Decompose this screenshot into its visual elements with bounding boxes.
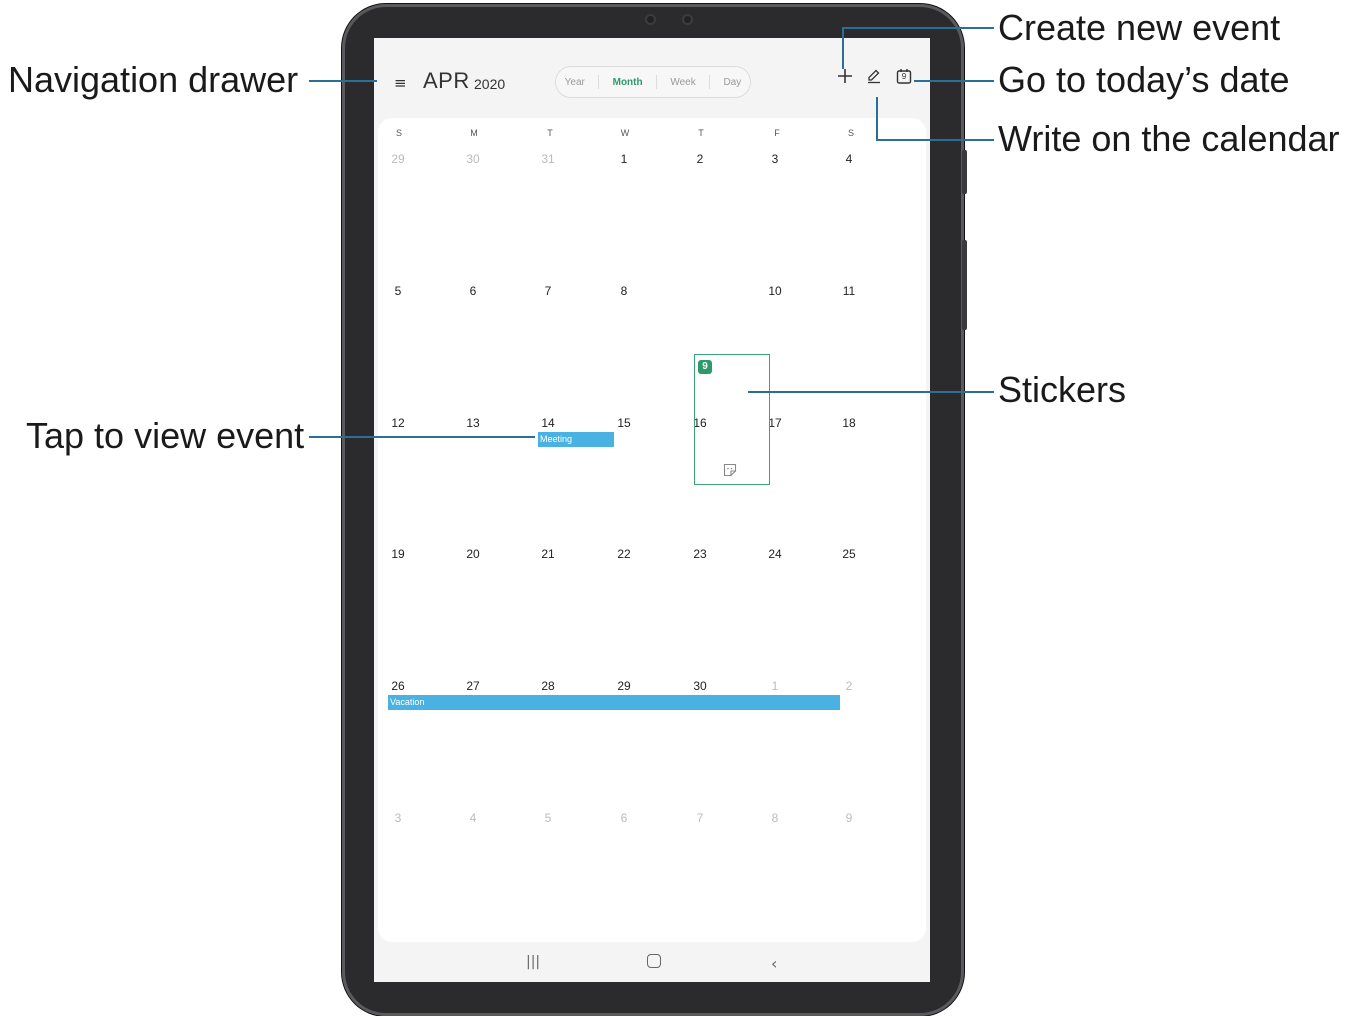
leader-tap-event — [309, 436, 535, 438]
view-switcher: Year Month Week Day — [555, 66, 751, 98]
weekday-sun: S — [395, 128, 402, 138]
callout-create-new-event: Create new event — [998, 7, 1281, 48]
day-cell[interactable]: 10 — [760, 284, 790, 298]
weekday-wed: W — [620, 128, 630, 138]
tab-month[interactable]: Month — [609, 77, 647, 88]
weekday-mon: M — [470, 128, 478, 138]
year-title[interactable]: 2020 — [474, 76, 505, 92]
sticker-icon[interactable] — [723, 463, 737, 477]
back-icon[interactable]: ‹ — [771, 954, 777, 973]
day-cell[interactable]: 7 — [533, 284, 563, 298]
day-cell[interactable]: 2 — [685, 152, 715, 166]
front-camera — [647, 16, 654, 23]
month-title[interactable]: APR — [423, 68, 470, 94]
plus-icon[interactable] — [837, 68, 853, 84]
day-cell[interactable]: 26 — [383, 679, 413, 693]
day-cell[interactable]: 15 — [609, 416, 639, 430]
tab-divider — [598, 75, 600, 89]
today-number[interactable]: 9 — [698, 360, 712, 374]
day-cell[interactable]: 3 — [383, 811, 413, 825]
event-vacation[interactable]: Vacation — [388, 695, 840, 710]
day-cell[interactable]: 5 — [383, 284, 413, 298]
day-cell[interactable]: 22 — [609, 547, 639, 561]
leader-today — [914, 80, 994, 82]
day-cell[interactable]: 1 — [609, 152, 639, 166]
day-cell[interactable]: 13 — [458, 416, 488, 430]
system-navbar: ||| ‹ — [374, 942, 930, 982]
day-cell[interactable]: 8 — [760, 811, 790, 825]
day-cell[interactable]: 31 — [533, 152, 563, 166]
day-cell[interactable]: 29 — [609, 679, 639, 693]
weekday-tue: T — [547, 128, 553, 138]
month-grid: S M T W T F S 29 30 31 1 2 3 4 5 6 7 8 10 11 12 13 14 15… — [378, 118, 926, 942]
today-calendar-icon[interactable]: 9 — [896, 68, 912, 84]
day-cell[interactable]: 19 — [383, 547, 413, 561]
day-cell[interactable]: 20 — [458, 547, 488, 561]
day-cell[interactable]: 27 — [458, 679, 488, 693]
day-cell[interactable]: 11 — [834, 284, 864, 298]
pen-icon[interactable] — [866, 68, 882, 84]
day-cell[interactable]: 5 — [533, 811, 563, 825]
day-cell[interactable]: 1 — [760, 679, 790, 693]
weekday-sat: S — [847, 128, 854, 138]
leader-create-event-v — [842, 27, 844, 69]
app-toolbar: ≡ APR 2020 Year Month Week Day 9 — [374, 38, 930, 118]
power-button — [962, 150, 967, 194]
day-cell[interactable]: 24 — [760, 547, 790, 561]
callout-go-to-today: Go to today’s date — [998, 59, 1290, 100]
callout-navigation-drawer: Navigation drawer — [8, 59, 299, 100]
home-icon[interactable] — [647, 954, 661, 968]
leader-write — [876, 139, 994, 141]
today-icon-day: 9 — [901, 72, 907, 81]
leader-create-event — [842, 27, 994, 29]
day-cell[interactable]: 14 — [533, 416, 563, 430]
day-cell[interactable]: 23 — [685, 547, 715, 561]
callout-stickers: Stickers — [998, 369, 1127, 410]
recents-icon[interactable]: ||| — [526, 954, 540, 970]
tab-divider — [709, 75, 711, 89]
leader-write-v — [876, 97, 878, 141]
navigation-drawer-icon[interactable]: ≡ — [394, 74, 407, 92]
weekday-fri: F — [774, 128, 780, 138]
day-cell[interactable]: 6 — [458, 284, 488, 298]
day-cell[interactable]: 7 — [685, 811, 715, 825]
tab-day[interactable]: Day — [719, 77, 745, 88]
day-cell[interactable]: 6 — [609, 811, 639, 825]
calendar-screen: ≡ APR 2020 Year Month Week Day 9 S M T W… — [374, 38, 930, 982]
day-cell[interactable]: 8 — [609, 284, 639, 298]
day-cell[interactable]: 29 — [383, 152, 413, 166]
event-meeting[interactable]: Meeting — [538, 432, 614, 447]
day-cell[interactable]: 4 — [834, 152, 864, 166]
leader-stickers — [748, 391, 994, 393]
day-cell[interactable]: 9 — [834, 811, 864, 825]
sensor — [684, 16, 691, 23]
tab-divider — [655, 75, 657, 89]
leader-navigation — [309, 80, 377, 82]
volume-button — [962, 240, 967, 330]
day-cell[interactable]: 28 — [533, 679, 563, 693]
day-cell[interactable]: 4 — [458, 811, 488, 825]
day-cell[interactable]: 2 — [834, 679, 864, 693]
tab-week[interactable]: Week — [666, 77, 699, 88]
callout-tap-to-view-event: Tap to view event — [26, 415, 305, 456]
day-cell[interactable]: 21 — [533, 547, 563, 561]
tab-year[interactable]: Year — [561, 77, 589, 88]
day-cell[interactable]: 30 — [458, 152, 488, 166]
day-cell[interactable]: 18 — [834, 416, 864, 430]
day-cell[interactable]: 25 — [834, 547, 864, 561]
callout-write-on-calendar: Write on the calendar — [998, 118, 1340, 159]
day-cell[interactable]: 12 — [383, 416, 413, 430]
day-cell[interactable]: 30 — [685, 679, 715, 693]
day-cell[interactable]: 3 — [760, 152, 790, 166]
weekday-thu: T — [698, 128, 704, 138]
